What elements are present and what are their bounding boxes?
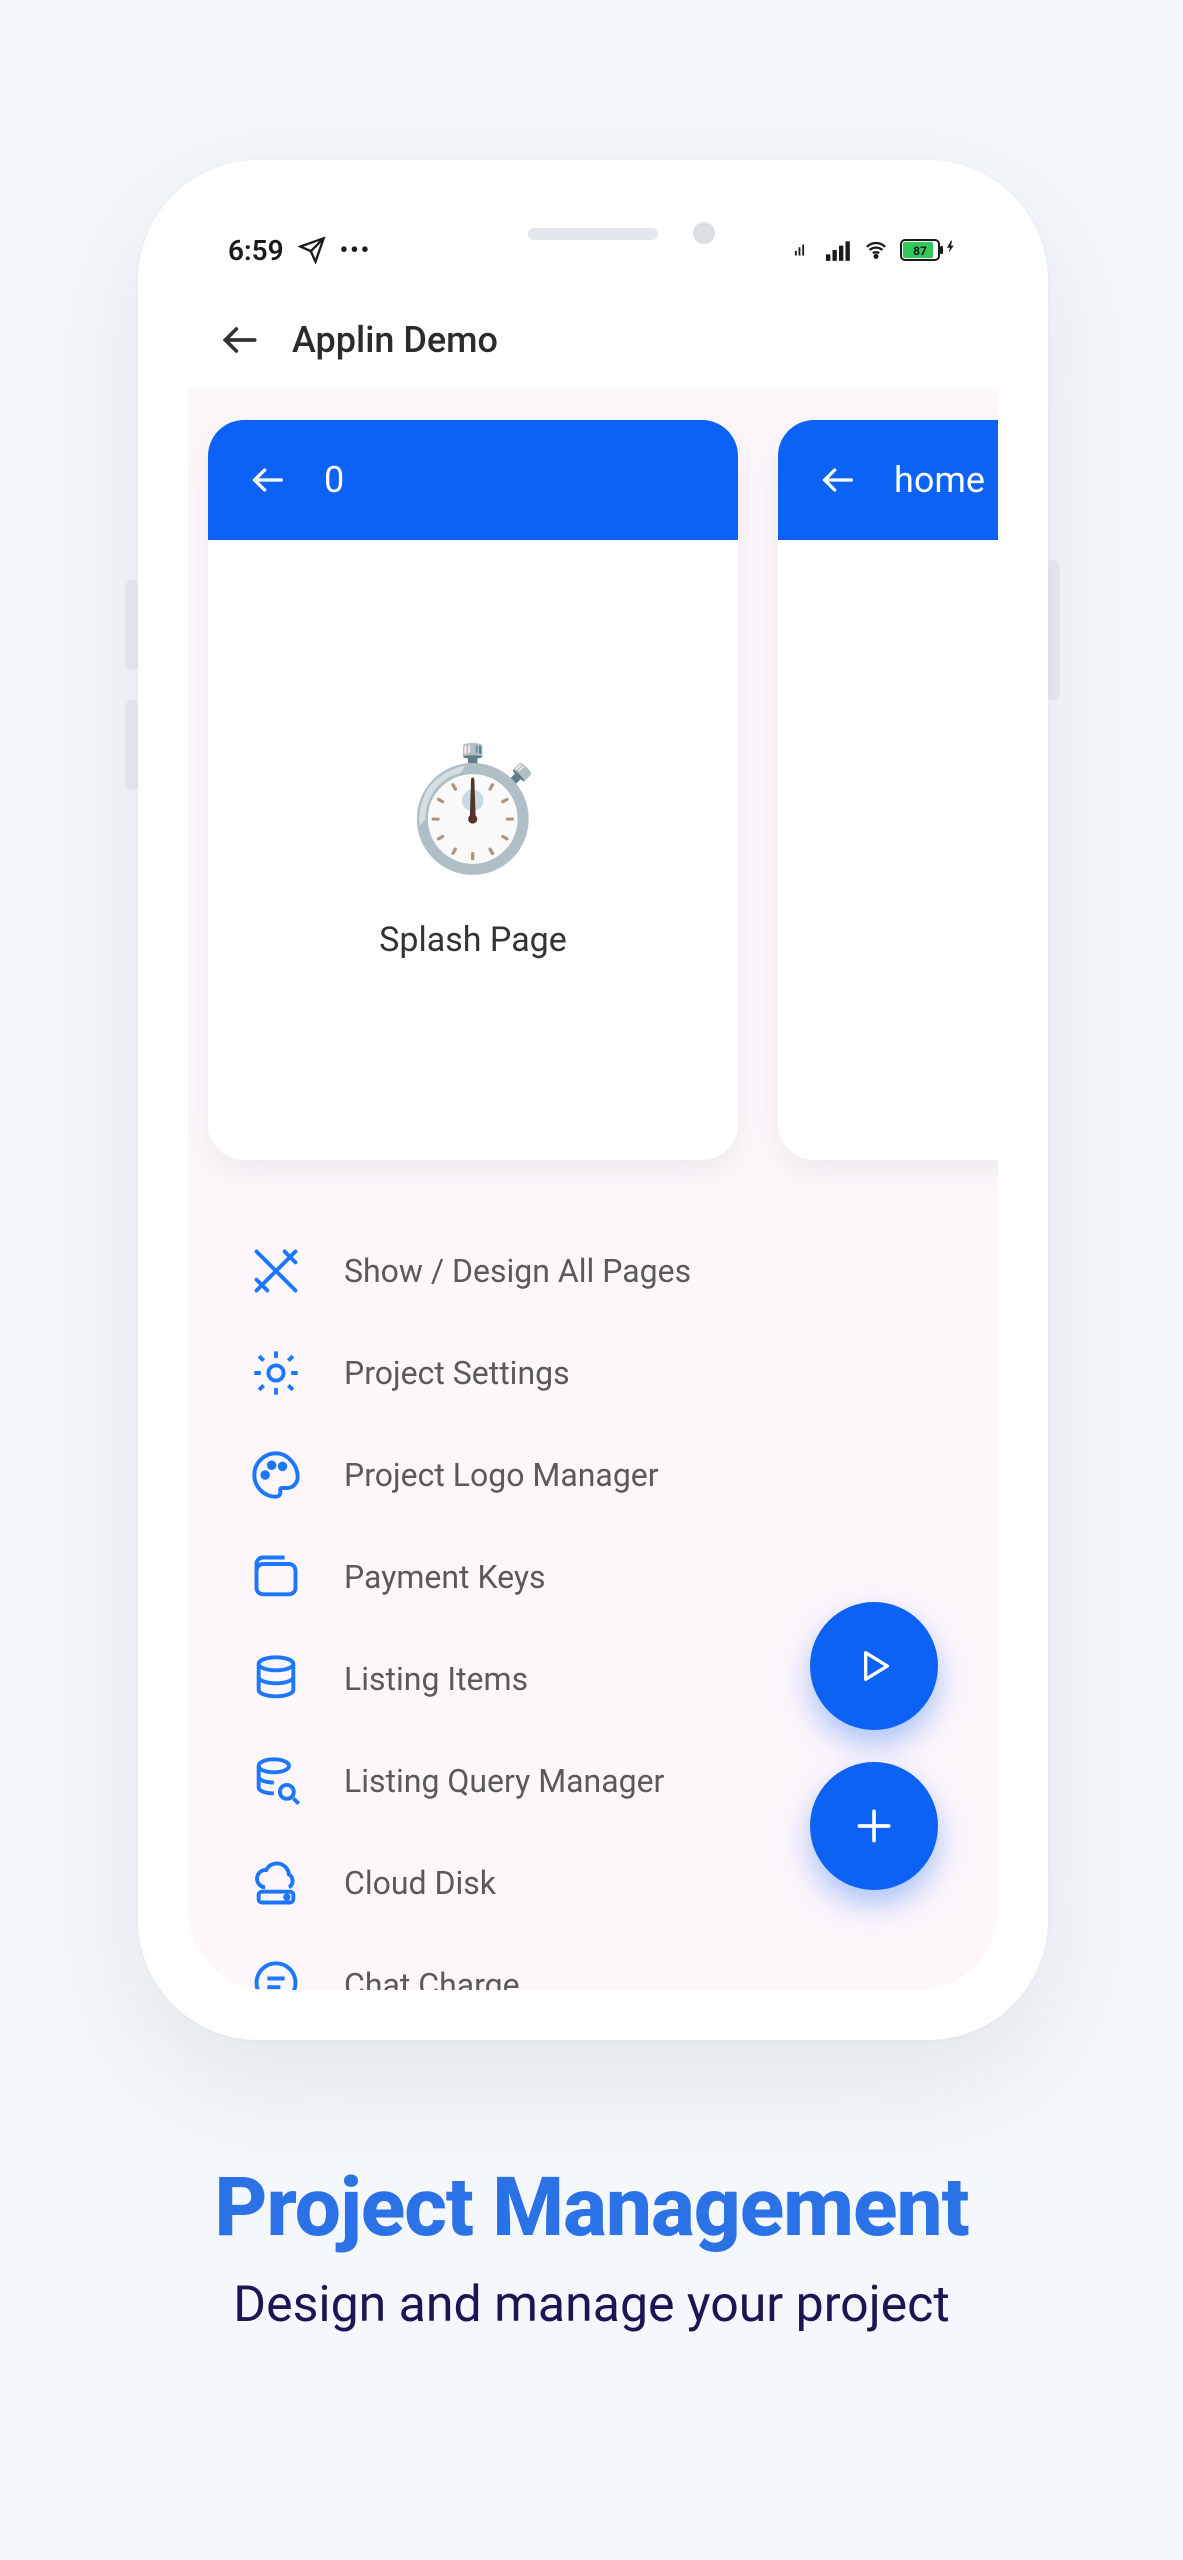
menu-item-label: Chat Charge	[344, 1966, 520, 1990]
volume-down-button	[125, 700, 139, 790]
menu-item-label: Cloud Disk	[344, 1864, 496, 1902]
chat-icon	[248, 1957, 304, 1990]
database-icon	[248, 1651, 304, 1707]
settings-icon	[248, 1345, 304, 1401]
status-bar: 6:59 ••• 87	[188, 210, 998, 290]
menu-item-label: Project Settings	[344, 1354, 570, 1392]
page-card[interactable]: home 🔷 ✏️ Ma	[778, 420, 998, 1160]
palette-icon	[248, 1447, 304, 1503]
more-icon: •••	[340, 236, 372, 264]
menu-item-project-settings[interactable]: Project Settings	[248, 1322, 998, 1424]
back-icon[interactable]	[218, 318, 262, 362]
phone-speaker	[528, 228, 658, 240]
signal-icon	[826, 239, 852, 261]
page-card-header: 0	[208, 420, 738, 540]
play-fab[interactable]	[810, 1602, 938, 1730]
volume-up-button	[125, 580, 139, 670]
app-bar: Applin Demo	[188, 290, 998, 390]
tools-icon: 🔷 ✏️	[983, 750, 998, 870]
menu-item-chat-charge[interactable]: Chat Charge	[248, 1934, 998, 1990]
menu-item-label: Payment Keys	[344, 1558, 546, 1596]
app-title: Applin Demo	[292, 319, 498, 361]
nfc-icon	[794, 239, 816, 261]
menu-item-label: Listing Query Manager	[344, 1762, 664, 1800]
power-button	[1046, 560, 1060, 700]
page-card-header: home	[778, 420, 998, 540]
database-search-icon	[248, 1753, 304, 1809]
wifi-icon	[862, 239, 890, 261]
page-card-title: home	[894, 459, 985, 501]
pages-carousel[interactable]: 0 ⏱️ Splash Page home	[188, 420, 998, 1160]
menu-item-design-pages[interactable]: Show / Design All Pages	[248, 1220, 998, 1322]
wallet-icon	[248, 1549, 304, 1605]
cloud-disk-icon	[248, 1855, 304, 1911]
battery-icon: 87	[900, 239, 958, 261]
menu-item-label: Show / Design All Pages	[344, 1252, 691, 1290]
design-icon	[248, 1243, 304, 1299]
add-fab[interactable]	[810, 1762, 938, 1890]
content-area: 0 ⏱️ Splash Page home	[188, 390, 998, 1990]
phone-screen: 6:59 ••• 87	[188, 210, 998, 1990]
svg-text:87: 87	[913, 244, 927, 258]
menu-item-label: Project Logo Manager	[344, 1456, 659, 1494]
promo-section: Project Management Design and manage you…	[0, 2160, 1183, 2334]
stopwatch-icon: ⏱️	[398, 740, 547, 880]
phone-frame: 6:59 ••• 87	[138, 160, 1048, 2040]
promo-title: Project Management	[0, 2160, 1183, 2256]
page-card[interactable]: 0 ⏱️ Splash Page	[208, 420, 738, 1160]
send-icon	[298, 236, 326, 264]
promo-subtitle: Design and manage your project	[0, 2276, 1183, 2334]
page-card-label: Splash Page	[379, 920, 567, 960]
phone-camera	[693, 222, 715, 244]
back-icon[interactable]	[818, 460, 858, 500]
menu-item-label: Listing Items	[344, 1660, 528, 1698]
page-card-title: 0	[324, 459, 344, 501]
back-icon[interactable]	[248, 460, 288, 500]
menu-item-logo-manager[interactable]: Project Logo Manager	[248, 1424, 998, 1526]
status-time: 6:59	[228, 234, 284, 267]
